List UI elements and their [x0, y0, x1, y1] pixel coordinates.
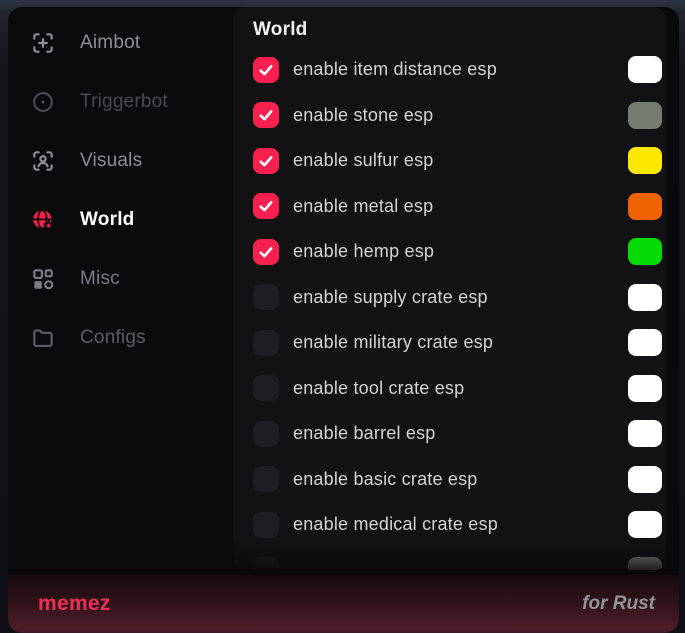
- esp-row[interactable]: enable basic crate esp: [253, 457, 666, 503]
- esp-checkbox[interactable]: [253, 512, 279, 538]
- check-icon: [257, 243, 275, 261]
- esp-row-label: enable basic crate esp: [293, 469, 478, 490]
- sidebar-item-aimbot[interactable]: Aimbot: [8, 13, 233, 72]
- category-grid-icon: [30, 266, 56, 292]
- color-swatch[interactable]: [628, 147, 662, 174]
- sidebar-item-label: Configs: [80, 327, 146, 349]
- esp-checkbox[interactable]: [253, 57, 279, 83]
- esp-row-label: enable item distance esp: [293, 59, 497, 80]
- footer-bar: memez for Rust: [8, 575, 679, 633]
- sidebar-item-misc[interactable]: Misc: [8, 249, 233, 308]
- esp-row[interactable]: enable stone esp: [253, 93, 666, 139]
- check-icon: [257, 197, 275, 215]
- esp-row-label: enable supply crate esp: [293, 287, 488, 308]
- color-swatch[interactable]: [628, 375, 662, 402]
- brand-name: memez: [38, 592, 111, 616]
- esp-checkbox[interactable]: [253, 466, 279, 492]
- sidebar-item-configs[interactable]: Configs: [8, 308, 233, 367]
- sidebar-item-world[interactable]: World: [8, 190, 233, 249]
- esp-checkbox[interactable]: [253, 284, 279, 310]
- color-swatch[interactable]: [628, 102, 662, 129]
- esp-checkbox[interactable]: [253, 557, 279, 570]
- esp-row[interactable]: enable medical crate esp: [253, 502, 666, 548]
- color-swatch[interactable]: [628, 238, 662, 265]
- esp-row-label: enable medical crate esp: [293, 514, 498, 535]
- check-icon: [257, 106, 275, 124]
- cheat-menu-window: Aimbot Triggerbot Visu: [8, 7, 679, 633]
- panel-title: World: [253, 19, 666, 41]
- sidebar-item-label: Triggerbot: [80, 91, 168, 113]
- sidebar: Aimbot Triggerbot Visu: [8, 7, 233, 575]
- color-swatch[interactable]: [628, 193, 662, 220]
- esp-checkbox[interactable]: [253, 330, 279, 356]
- esp-row-label: enable metal esp: [293, 196, 433, 217]
- brand-tagline: for Rust: [582, 593, 655, 615]
- trigger-circle-icon: [30, 89, 56, 115]
- esp-checkbox[interactable]: [253, 102, 279, 128]
- globe-star-icon: [30, 207, 56, 233]
- color-swatch[interactable]: [628, 420, 662, 447]
- esp-row[interactable]: enable military crate esp: [253, 320, 666, 366]
- esp-checkbox[interactable]: [253, 193, 279, 219]
- color-swatch[interactable]: [628, 284, 662, 311]
- esp-row[interactable]: enable barrel esp: [253, 411, 666, 457]
- sidebar-item-label: World: [80, 209, 134, 231]
- esp-row[interactable]: enable item distance esp: [253, 47, 666, 93]
- esp-row-label: enable sulfur esp: [293, 150, 434, 171]
- esp-row-label: enable stone esp: [293, 105, 433, 126]
- sidebar-item-label: Aimbot: [80, 32, 140, 54]
- folder-icon: [30, 325, 56, 351]
- screenshot-root: Aimbot Triggerbot Visu: [0, 0, 685, 633]
- sidebar-item-triggerbot[interactable]: Triggerbot: [8, 72, 233, 131]
- color-swatch[interactable]: [628, 466, 662, 493]
- esp-row[interactable]: enable supply crate esp: [253, 275, 666, 321]
- sidebar-item-label: Visuals: [80, 150, 142, 172]
- esp-row-label: enable barrel esp: [293, 423, 436, 444]
- check-icon: [257, 61, 275, 79]
- esp-row-label: enable military crate esp: [293, 332, 493, 353]
- esp-row[interactable]: enable hemp esp: [253, 229, 666, 275]
- esp-checkbox[interactable]: [253, 421, 279, 447]
- color-swatch[interactable]: [628, 56, 662, 83]
- esp-option-list: enable item distance esp enable stone esp…: [253, 47, 666, 570]
- color-swatch[interactable]: [628, 329, 662, 356]
- esp-checkbox[interactable]: [253, 375, 279, 401]
- esp-checkbox[interactable]: [253, 148, 279, 174]
- esp-row[interactable]: enable metal esp: [253, 184, 666, 230]
- color-swatch[interactable]: [628, 511, 662, 538]
- esp-row-label: enable hemp esp: [293, 241, 434, 262]
- world-settings-panel: World enable item distance esp enable sto…: [233, 7, 666, 570]
- esp-row[interactable]: enable tool crate esp: [253, 366, 666, 412]
- check-icon: [257, 152, 275, 170]
- esp-row[interactable]: enable sulfur esp: [253, 138, 666, 184]
- esp-row[interactable]: [253, 548, 666, 571]
- crosshair-plus-icon: [30, 30, 56, 56]
- esp-row-label: enable tool crate esp: [293, 378, 464, 399]
- sidebar-item-label: Misc: [80, 268, 120, 290]
- color-swatch[interactable]: [628, 557, 662, 570]
- person-scan-icon: [30, 148, 56, 174]
- sidebar-item-visuals[interactable]: Visuals: [8, 131, 233, 190]
- esp-checkbox[interactable]: [253, 239, 279, 265]
